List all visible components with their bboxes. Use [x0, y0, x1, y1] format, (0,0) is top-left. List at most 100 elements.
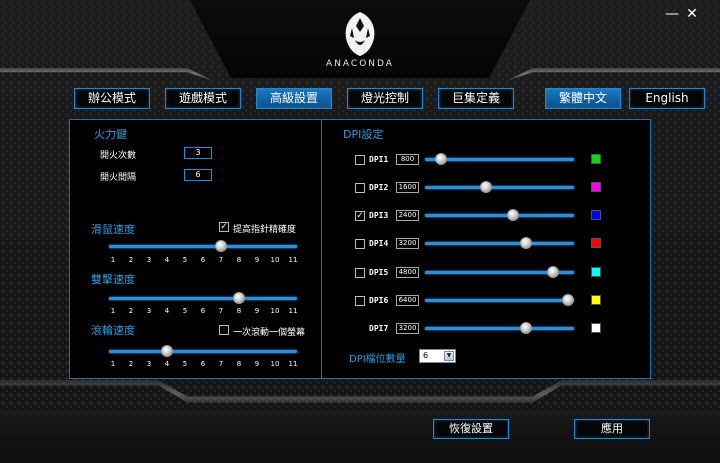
- dpi5-label: DPI5: [369, 268, 389, 277]
- precision-checkbox[interactable]: ✓: [219, 222, 229, 232]
- double-click-ticks: 1 2 3 4 5 6 7 8 9 10 11: [0, 307, 720, 317]
- tick-label: 3: [146, 307, 152, 315]
- fire-count-label: 開火次數: [100, 151, 137, 161]
- dpi4-value-field[interactable]: 3200: [396, 238, 419, 249]
- dpi3-color-swatch[interactable]: [591, 210, 601, 220]
- fire-interval-input[interactable]: 6: [184, 169, 212, 181]
- tick-label: 7: [218, 256, 224, 264]
- fire-key-title: 火力鍵: [94, 128, 127, 141]
- fire-interval-label: 開火間隔: [100, 173, 137, 183]
- tick-label: 1: [110, 307, 116, 315]
- dpi3-slider-track[interactable]: [425, 214, 574, 217]
- dpi1-checkbox[interactable]: [355, 155, 365, 165]
- close-button[interactable]: ✕: [684, 6, 700, 22]
- mouse-speed-title: 滑鼠速度: [91, 223, 135, 236]
- dpi2-checkbox[interactable]: [355, 183, 365, 193]
- tick-label: 3: [146, 360, 152, 368]
- double-click-title: 雙擊速度: [91, 273, 135, 286]
- tick-label: 5: [182, 360, 188, 368]
- dpi2-slider-track[interactable]: [425, 186, 574, 189]
- scroll-page-label: 一次滾動一個螢幕: [233, 328, 306, 338]
- dpi4-color-swatch[interactable]: [591, 238, 601, 248]
- dpi2-value-field[interactable]: 1600: [396, 182, 419, 193]
- panel-divider: [321, 119, 322, 379]
- dpi4-label: DPI4: [369, 239, 389, 248]
- mouse-speed-slider-knob[interactable]: [215, 240, 227, 252]
- dpi2-slider-knob[interactable]: [480, 181, 493, 193]
- scroll-speed-slider-track[interactable]: [109, 350, 297, 353]
- dpi2-color-swatch[interactable]: [591, 182, 601, 192]
- dpi5-value-field[interactable]: 4800: [396, 267, 419, 278]
- dpi6-color-swatch[interactable]: [591, 295, 601, 305]
- dpi6-value-field[interactable]: 6400: [396, 295, 419, 306]
- dpi4-checkbox[interactable]: [355, 239, 365, 249]
- tick-label: 2: [128, 256, 134, 264]
- dpi-levels-label: DPI檔位數量: [349, 354, 406, 365]
- language-english[interactable]: English: [629, 88, 705, 109]
- precision-label: 提高指針精確度: [233, 225, 297, 235]
- scroll-speed-slider-knob[interactable]: [161, 345, 173, 357]
- tick-label: 5: [182, 256, 188, 264]
- restore-button[interactable]: 恢復設置: [433, 419, 509, 439]
- fire-count-input[interactable]: 3: [184, 147, 212, 159]
- dpi1-label: DPI1: [369, 155, 389, 164]
- mouse-speed-ticks: 1 2 3 4 5 6 7 8 9 10 11: [0, 256, 720, 266]
- dpi-levels-select[interactable]: 6 ▼: [419, 349, 456, 363]
- dpi1-slider-track[interactable]: [425, 158, 574, 161]
- dpi5-checkbox[interactable]: [355, 268, 365, 278]
- brand-logo: ANACONDA: [320, 10, 400, 76]
- tab-macro-definition[interactable]: 巨集定義: [438, 88, 514, 109]
- tick-label: 10: [270, 307, 280, 315]
- scroll-page-checkbox[interactable]: [219, 325, 229, 335]
- dpi3-slider-knob[interactable]: [506, 209, 519, 221]
- tick-label: 4: [164, 307, 170, 315]
- dpi1-color-swatch[interactable]: [591, 154, 601, 164]
- tick-label: 4: [164, 360, 170, 368]
- dpi6-slider-track[interactable]: [425, 299, 574, 302]
- tick-label: 7: [218, 360, 224, 368]
- double-click-slider-track[interactable]: [109, 297, 297, 300]
- dpi6-label: DPI6: [369, 296, 389, 305]
- tick-label: 1: [110, 256, 116, 264]
- dpi2-label: DPI2: [369, 183, 389, 192]
- dpi7-slider-track[interactable]: [425, 327, 574, 330]
- language-traditional-chinese[interactable]: 繁體中文: [545, 88, 621, 109]
- dpi3-checkbox[interactable]: ✓: [355, 211, 365, 221]
- tick-label: 9: [254, 256, 260, 264]
- tick-label: 9: [254, 360, 260, 368]
- tab-office-mode[interactable]: 辦公模式: [74, 88, 150, 109]
- tick-label: 4: [164, 256, 170, 264]
- dpi3-label: DPI3: [369, 211, 389, 220]
- tick-label: 8: [236, 307, 242, 315]
- tick-label: 10: [270, 256, 280, 264]
- dpi5-color-swatch[interactable]: [591, 267, 601, 277]
- logo-text: ANACONDA: [326, 59, 394, 69]
- chevron-down-icon[interactable]: ▼: [444, 351, 454, 361]
- tick-label: 10: [270, 360, 280, 368]
- apply-button[interactable]: 應用: [574, 419, 650, 439]
- dpi-levels-value: 6: [423, 351, 429, 360]
- tab-lighting-control[interactable]: 燈光控制: [347, 88, 423, 109]
- dpi6-slider-knob[interactable]: [562, 294, 575, 306]
- dpi7-value-field[interactable]: 3200: [396, 323, 419, 334]
- dpi7-color-swatch[interactable]: [591, 323, 601, 333]
- tick-label: 3: [146, 256, 152, 264]
- dpi1-value-field[interactable]: 800: [396, 154, 419, 165]
- tab-game-mode[interactable]: 遊戲模式: [165, 88, 241, 109]
- snake-head-icon: [345, 12, 375, 56]
- tick-label: 1: [110, 360, 116, 368]
- double-click-slider-knob[interactable]: [233, 292, 245, 304]
- tick-label: 5: [182, 307, 188, 315]
- tick-label: 11: [288, 307, 298, 315]
- tick-label: 7: [218, 307, 224, 315]
- tick-label: 9: [254, 307, 260, 315]
- minimize-button[interactable]: —: [664, 6, 680, 22]
- dpi3-value-field[interactable]: 2400: [396, 210, 419, 221]
- mouse-speed-slider-track[interactable]: [109, 245, 297, 248]
- tick-label: 6: [200, 256, 206, 264]
- dpi4-slider-track[interactable]: [425, 242, 574, 245]
- tick-label: 11: [288, 256, 298, 264]
- dpi6-checkbox[interactable]: [355, 296, 365, 306]
- tab-advanced-settings[interactable]: 高級設置: [256, 88, 332, 109]
- tick-label: 8: [236, 256, 242, 264]
